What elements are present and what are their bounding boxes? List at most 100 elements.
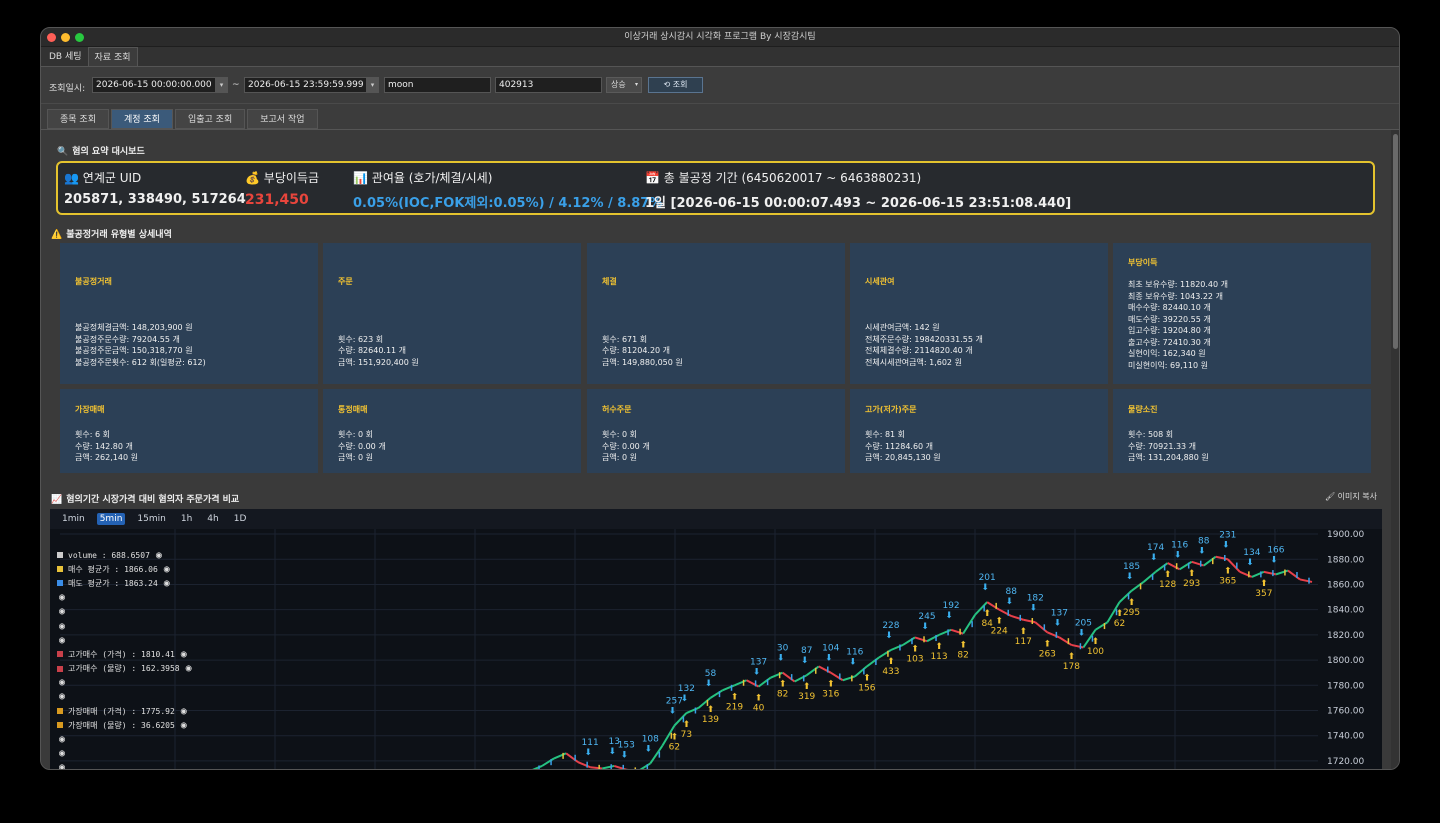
eye-icon[interactable]: ◉ xyxy=(59,748,65,759)
tab-stock-query[interactable]: 종목 조회 xyxy=(47,109,109,129)
price-segment xyxy=(818,665,832,674)
price-segment xyxy=(577,761,591,769)
sell-label: 201 xyxy=(979,573,996,583)
sell-label: 111 xyxy=(582,738,599,748)
card-line: 최초 보유수량: 11820.40 개 xyxy=(1128,280,1229,289)
price-segment xyxy=(1034,621,1048,634)
sell-arrow-icon: ⬇ xyxy=(645,744,653,754)
tab-db-settings[interactable]: DB 세팅 xyxy=(43,47,88,66)
detail-card: 주문 횟수: 623 회 수량: 82640.11 개 금액: 151,920,400… xyxy=(323,243,581,384)
buy-label: 40 xyxy=(753,704,765,714)
card-title: 시세관여 xyxy=(865,277,895,286)
period-label: 총 불공정 기간 (6450620017 ~ 6463880231) xyxy=(663,171,922,185)
buy-label: 357 xyxy=(1255,589,1272,599)
eye-icon[interactable]: ◉ xyxy=(181,706,187,717)
buy-arrow-icon: ⬆ xyxy=(731,692,739,702)
scrollbar-thumb[interactable] xyxy=(1393,134,1398,349)
eye-icon[interactable]: ◉ xyxy=(59,635,65,646)
y-tick-label: 1740.00 xyxy=(1327,732,1364,742)
eye-icon[interactable]: ◉ xyxy=(59,621,65,632)
card-title: 가장매매 xyxy=(75,405,105,414)
tab-data-query[interactable]: 자료 조회 xyxy=(87,47,138,66)
sell-label: 134 xyxy=(1243,548,1260,558)
price-segment xyxy=(601,764,615,769)
price-segment xyxy=(866,656,880,668)
card-line: 횟수: 81 회 xyxy=(865,430,906,439)
eye-icon[interactable]: ◉ xyxy=(59,677,65,688)
eye-icon[interactable]: ◉ xyxy=(164,564,170,575)
tab-account-query[interactable]: 계정 조회 xyxy=(110,109,173,129)
card-line: 불공정주문수량: 79204.55 개 xyxy=(75,334,180,344)
close-window-button[interactable] xyxy=(47,33,56,42)
eye-icon[interactable]: ◉ xyxy=(181,649,187,660)
price-segment xyxy=(962,614,976,635)
app-window: 이상거래 상시감시 시각화 프로그램 By 시장감시팀 DB 세팅 자료 조회 … xyxy=(40,27,1400,770)
buy-arrow-icon: ⬆ xyxy=(803,682,811,692)
eye-icon[interactable]: ◉ xyxy=(181,720,187,731)
buy-label: 178 xyxy=(1063,662,1080,672)
maximize-window-button[interactable] xyxy=(75,33,84,42)
chart-title-text: 혐의기간 시장가격 대비 혐의자 주문가격 비교 xyxy=(66,495,240,505)
card-line: 전체체결수량: 2114820.40 개 xyxy=(865,346,973,355)
legend-row: ◉ xyxy=(57,690,192,704)
query-date-label: 조회일시: xyxy=(49,84,86,94)
card-line: 최종 보유수량: 1043.22 개 xyxy=(1128,291,1223,301)
price-segment xyxy=(1263,570,1277,576)
copy-image-button[interactable]: 🖌 이미지 복사 xyxy=(1325,491,1377,502)
price-segment xyxy=(890,644,904,651)
buy-label: 316 xyxy=(822,690,839,700)
start-dropdown-button[interactable]: ▾ xyxy=(215,77,228,93)
eye-icon[interactable]: ◉ xyxy=(156,550,162,561)
buy-arrow-icon: ⬆ xyxy=(1188,569,1196,579)
buy-arrow-icon: ⬆ xyxy=(779,680,787,690)
direction-select[interactable]: 상승 ▾ xyxy=(606,77,642,93)
search-button[interactable]: ⟲ 조회 xyxy=(648,77,703,93)
account-name-input[interactable]: moon xyxy=(384,77,491,93)
eye-icon[interactable]: ◉ xyxy=(59,734,65,745)
code-input[interactable]: 402913 xyxy=(495,77,602,93)
card-line: 시세관여금액: 142 원 xyxy=(865,323,940,332)
detail-card: 통정매매 횟수: 0 회 수량: 0.00 개 금액: 0 원 xyxy=(323,389,581,473)
sell-arrow-icon: ⬇ xyxy=(1005,597,1013,607)
sell-arrow-icon: ⬇ xyxy=(669,707,677,717)
price-segment xyxy=(842,675,856,682)
eye-icon[interactable]: ◉ xyxy=(59,762,65,769)
buy-label: 365 xyxy=(1219,576,1236,586)
eye-icon[interactable]: ◉ xyxy=(59,606,65,617)
ratio-column: 📊 관여율 (호가/체결/시세) 0.05%(IOC,FOK제외:0.05%) … xyxy=(353,169,662,211)
end-dropdown-button[interactable]: ▾ xyxy=(366,77,379,93)
price-segment xyxy=(1071,643,1084,649)
eye-icon[interactable]: ◉ xyxy=(59,691,65,702)
tab-report[interactable]: 보고서 작업 xyxy=(247,109,318,129)
minimize-window-button[interactable] xyxy=(61,33,70,42)
end-datetime-input[interactable]: 2026-06-15 23:59:59.999 xyxy=(244,77,368,93)
sell-arrow-icon: ⬇ xyxy=(1078,628,1086,638)
eye-icon[interactable]: ◉ xyxy=(59,592,65,603)
buy-arrow-icon: ⬆ xyxy=(1019,627,1027,637)
eye-icon[interactable]: ◉ xyxy=(164,578,170,589)
vertical-scrollbar[interactable] xyxy=(1391,130,1399,769)
buy-label: 73 xyxy=(681,730,692,740)
card-line: 전체주문수량: 198420331.55 개 xyxy=(865,334,983,344)
card-line: 미실현이익: 69,110 원 xyxy=(1128,360,1208,370)
card-line: 횟수: 671 회 xyxy=(602,334,648,344)
y-tick-label: 1820.00 xyxy=(1327,631,1364,641)
search-icon: ⟲ xyxy=(663,80,671,89)
y-tick-label: 1800.00 xyxy=(1327,656,1364,666)
tab-transfer-query[interactable]: 입출고 조회 xyxy=(174,109,246,129)
legend-swatch xyxy=(57,552,63,559)
uid-value: 205871, 338490, 517264 xyxy=(64,192,246,207)
y-tick-label: 1880.00 xyxy=(1327,555,1364,565)
sell-label: 104 xyxy=(822,644,839,654)
magnifier-icon: 🔍 xyxy=(57,147,69,157)
buy-label: 82 xyxy=(777,690,788,700)
sell-label: 132 xyxy=(678,684,695,694)
price-chart[interactable]: 1min 5min 15min 1h 4h 1D 1720.00 1740.00 1760.0… xyxy=(50,509,1382,769)
legend-row: ◉ xyxy=(57,605,192,619)
profit-label: 부당이득금 xyxy=(263,171,319,185)
eye-icon[interactable]: ◉ xyxy=(186,663,192,674)
legend-label: volume : 688.6507 xyxy=(68,550,150,560)
price-segment xyxy=(1251,570,1265,578)
sell-arrow-icon: ⬇ xyxy=(849,657,857,667)
start-datetime-input[interactable]: 2026-06-15 00:00:00.000 xyxy=(92,77,219,93)
